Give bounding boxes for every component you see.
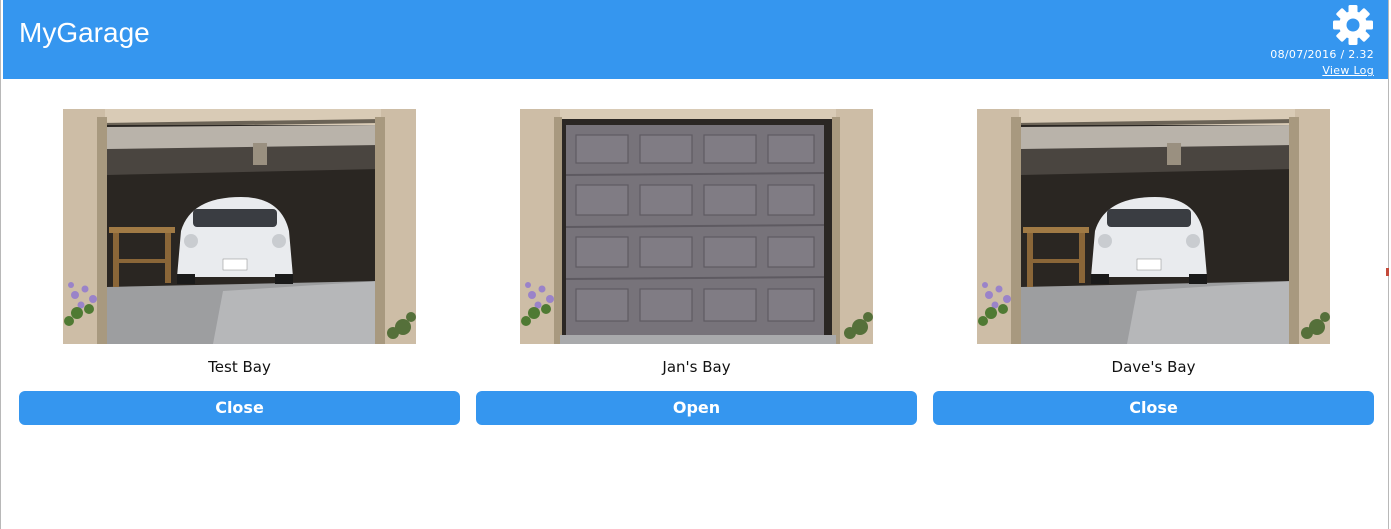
bay-name: Test Bay: [208, 358, 271, 376]
window-edge-marker: [1386, 268, 1389, 276]
garage-open-image: [63, 109, 416, 344]
garage-closed-image: [520, 109, 873, 344]
close-door-button[interactable]: Close: [19, 391, 460, 425]
close-door-button[interactable]: Close: [933, 391, 1374, 425]
bay-list: Test Bay Close Jan's Bay Open Dave's Bay…: [19, 109, 1374, 425]
last-updated-timestamp: 08/07/2016 / 2.32: [1270, 48, 1374, 61]
view-log-link[interactable]: View Log: [1322, 64, 1374, 77]
bay-name: Dave's Bay: [1111, 358, 1196, 376]
gear-icon[interactable]: [1332, 4, 1374, 46]
bay-name: Jan's Bay: [662, 358, 731, 376]
app-title: MyGarage: [19, 17, 150, 48]
bay-card: Jan's Bay Open: [476, 109, 917, 425]
bay-card: Test Bay Close: [19, 109, 460, 425]
garage-open-image: [977, 109, 1330, 344]
app-header: MyGarage 08/07/2016 / 2.32 View Log: [3, 0, 1388, 79]
open-door-button[interactable]: Open: [476, 391, 917, 425]
bay-card: Dave's Bay Close: [933, 109, 1374, 425]
app-window: MyGarage 08/07/2016 / 2.32 View Log Test…: [0, 0, 1389, 529]
